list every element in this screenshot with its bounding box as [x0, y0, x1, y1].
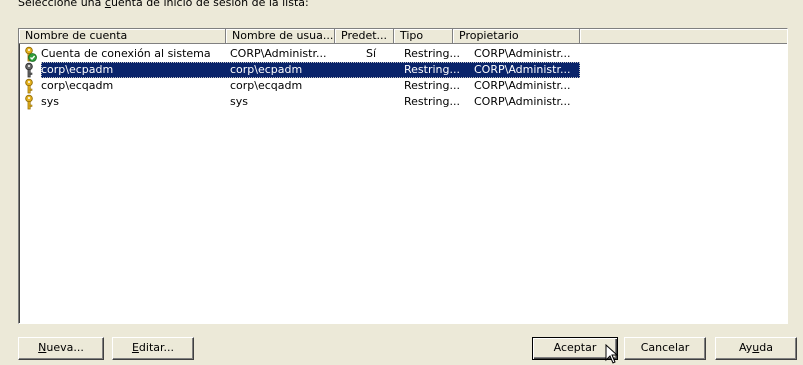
cell-type: Restring...: [404, 47, 460, 60]
cell-type: Restring...: [404, 95, 460, 108]
help-button[interactable]: Ayuda: [715, 337, 797, 360]
cell-owner: CORP\Administr...: [474, 63, 571, 76]
key-icon: [21, 78, 37, 94]
cell-default: Sí: [365, 47, 377, 60]
accounts-listview[interactable]: Nombre de cuenta Nombre de usua... Prede…: [18, 28, 788, 324]
new-button[interactable]: Nueva...: [18, 337, 104, 360]
list-item[interactable]: corp\ecpadm corp\ecpadm Restring... CORP\Ad…: [19, 62, 787, 78]
cell-type: Restring...: [404, 63, 460, 76]
cell-account-name: corp\ecpadm: [41, 63, 114, 76]
cell-account-name: Cuenta de conexión al sistema: [41, 47, 211, 60]
listview-header: Nombre de cuenta Nombre de usua... Prede…: [19, 29, 787, 44]
list-item[interactable]: Cuenta de conexión al sistema CORP\Admini…: [19, 46, 787, 62]
cell-user-name: sys: [230, 95, 248, 108]
mouse-pointer-icon: [605, 344, 619, 364]
list-item[interactable]: sys sys Restring... CORP\Administr...: [19, 94, 787, 110]
cell-user-name: corp\ecpadm: [230, 63, 303, 76]
list-item[interactable]: corp\ecqadm corp\ecqadm Restring... CORP\Ad…: [19, 78, 787, 94]
column-header-type[interactable]: Tipo: [394, 29, 453, 44]
column-header-account-name[interactable]: Nombre de cuenta: [19, 29, 226, 44]
cell-owner: CORP\Administr...: [474, 95, 571, 108]
cell-type: Restring...: [404, 79, 460, 92]
column-header-owner[interactable]: Propietario: [453, 29, 580, 44]
key-check-icon: [21, 46, 37, 62]
column-header-default[interactable]: Predet...: [335, 29, 394, 44]
cell-user-name: corp\ecqadm: [230, 79, 303, 92]
cancel-button[interactable]: Cancelar: [624, 337, 706, 360]
edit-button[interactable]: Editar...: [112, 337, 194, 360]
cell-owner: CORP\Administr...: [474, 79, 571, 92]
column-header-filler: [580, 29, 787, 44]
key-gray-icon: [21, 62, 37, 78]
column-header-user-name[interactable]: Nombre de usua...: [226, 29, 335, 44]
cell-account-name: corp\ecqadm: [41, 79, 114, 92]
list-caption: Seleccione una cuenta de inicio de sesió…: [18, 0, 309, 9]
key-icon: [21, 94, 37, 110]
cell-user-name: CORP\Administr...: [230, 47, 327, 60]
cell-owner: CORP\Administr...: [474, 47, 571, 60]
cell-account-name: sys: [41, 95, 59, 108]
